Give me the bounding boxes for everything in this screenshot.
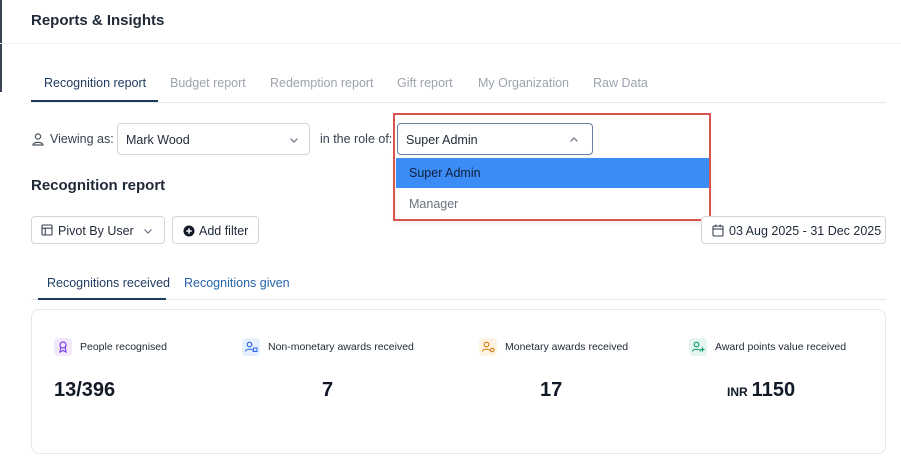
stat-label: Non-monetary awards received (268, 341, 414, 353)
currency-prefix: INR (727, 385, 748, 399)
report-title: Recognition report (31, 177, 166, 194)
role-option-super-admin[interactable]: Super Admin (396, 158, 709, 188)
date-range-label: 03 Aug 2025 - 31 Dec 2025 (729, 224, 882, 238)
stat-value: 13/396 (54, 379, 116, 401)
active-sub-tab-indicator (38, 298, 166, 300)
user-select-value: Mark Wood (126, 133, 190, 147)
stat-number: 1150 (751, 379, 796, 401)
table-icon (41, 224, 53, 236)
add-filter-button[interactable]: Add filter (172, 216, 259, 244)
role-select[interactable]: Super Admin (397, 123, 593, 155)
active-tab-indicator (31, 100, 158, 102)
stat-label: Monetary awards received (505, 341, 629, 353)
user-gift-icon (242, 338, 260, 356)
stat-people-recognised: People recognised 13/396 (54, 310, 244, 450)
date-range-picker[interactable]: 03 Aug 2025 - 31 Dec 2025 (701, 216, 886, 244)
pivot-by-select[interactable]: Pivot By User (31, 216, 165, 244)
tab-recognitions-received[interactable]: Recognitions received (47, 276, 170, 290)
tab-budget-report[interactable]: Budget report (170, 76, 246, 90)
tab-my-organization[interactable]: My Organization (478, 76, 569, 90)
stat-value: INR 1150 (727, 379, 795, 402)
role-select-value: Super Admin (406, 133, 478, 147)
person-icon (32, 133, 44, 146)
chevron-up-icon (570, 137, 578, 142)
role-label: in the role of: (320, 132, 393, 146)
tab-recognitions-given[interactable]: Recognitions given (184, 276, 290, 290)
add-filter-label: Add filter (199, 224, 249, 238)
chevron-down-icon (144, 229, 152, 234)
tab-gift-report[interactable]: Gift report (397, 76, 453, 90)
role-option-manager[interactable]: Manager (396, 189, 709, 219)
tab-raw-data[interactable]: Raw Data (593, 76, 648, 90)
user-money-icon (479, 338, 497, 356)
stats-card: People recognised 13/396 Non-monetary aw… (31, 309, 886, 454)
report-tabs: Recognition report Budget report Redempt… (31, 66, 886, 103)
viewing-as-label: Viewing as: (50, 132, 114, 146)
tab-redemption-report[interactable]: Redemption report (270, 76, 374, 90)
pivot-by-label: Pivot By User (58, 224, 134, 238)
stat-value: 7 (322, 379, 334, 401)
award-icon (54, 338, 72, 356)
viewing-as-row: Viewing as: Mark Wood in the role of: (31, 123, 711, 155)
stat-award-points: Award points value received INR 1150 (689, 310, 879, 450)
stat-non-monetary-awards: Non-monetary awards received 7 (242, 310, 442, 450)
stat-label: People recognised (80, 341, 167, 353)
page-title: Reports & Insights (31, 12, 165, 29)
tab-recognition-report[interactable]: Recognition report (44, 76, 146, 90)
chevron-down-icon (290, 138, 298, 143)
stat-label: Award points value received (715, 341, 847, 353)
page-header: Reports & Insights (0, 0, 901, 44)
stat-monetary-awards: Monetary awards received 17 (479, 310, 679, 450)
user-plus-icon (689, 338, 707, 356)
plus-circle-icon (183, 225, 195, 237)
recognition-sub-tabs: Recognitions received Recognitions given (31, 268, 886, 300)
calendar-icon (712, 224, 724, 237)
stat-value: 17 (540, 379, 563, 401)
user-select[interactable]: Mark Wood (117, 123, 310, 155)
role-dropdown-menu: Super Admin Manager (396, 158, 709, 220)
